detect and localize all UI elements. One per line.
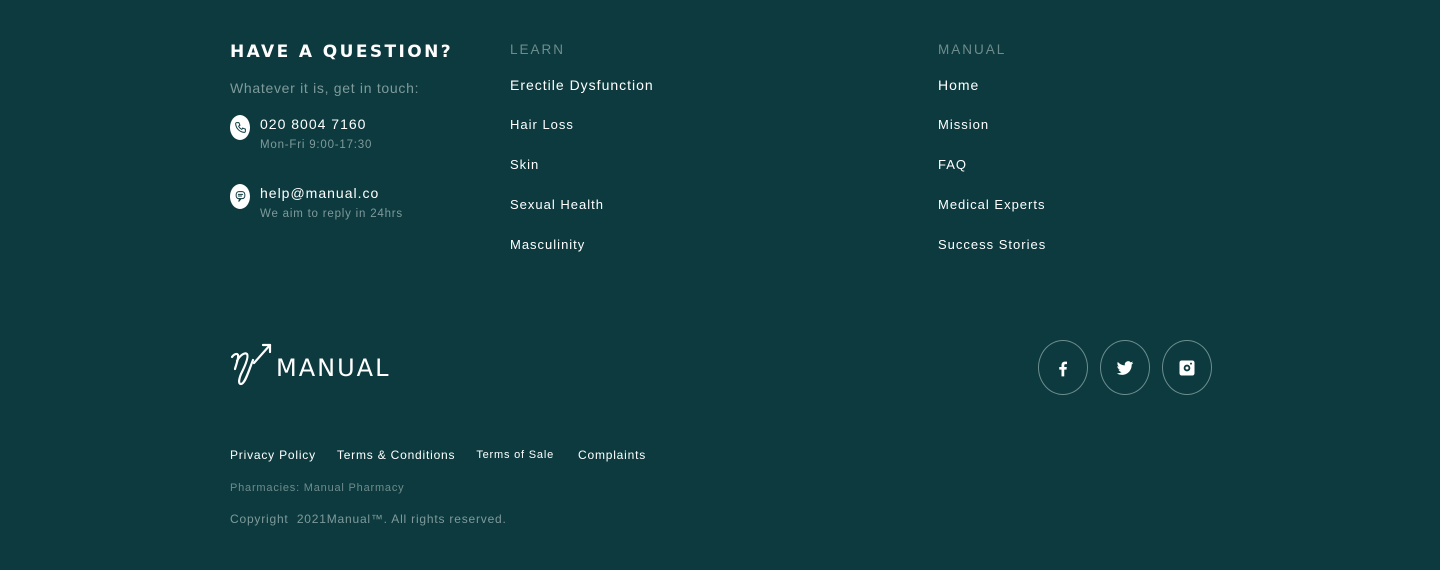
facebook-button[interactable] [1038,340,1088,395]
twitter-button[interactable] [1100,340,1150,395]
instagram-icon [1179,360,1195,375]
complaints-link[interactable]: Complaints [578,446,646,464]
manual-column: MANUAL Home Mission FAQ Medical Experts … [938,40,1046,275]
phone-icon [230,115,250,140]
facebook-icon [1059,361,1067,376]
terms-conditions-link[interactable]: Terms & Conditions [337,446,455,464]
instagram-button[interactable] [1162,340,1212,395]
manual-logo-mark [230,343,272,386]
phone-number[interactable]: 020 8004 7160 [260,115,490,133]
email-reply-note: We aim to reply in 24hrs [260,208,403,220]
privacy-policy-link[interactable]: Privacy Policy [230,446,316,464]
learn-link-masculinity[interactable]: Masculinity [510,235,654,275]
site-footer: HAVE A QUESTION? Whatever it is, get in … [0,0,1440,570]
terms-of-sale-link[interactable]: Terms of Sale [476,446,554,464]
learn-link-sexual-health[interactable]: Sexual Health [510,195,654,235]
contact-section: HAVE A QUESTION? Whatever it is, get in … [230,40,490,226]
learn-link-hair-loss[interactable]: Hair Loss [510,115,654,155]
learn-column: LEARN Erectile Dysfunction Hair Loss Ski… [510,40,654,275]
pharmacies-text: Pharmacies: Manual Pharmacy [230,482,405,494]
learn-title: LEARN [510,42,566,57]
manual-link-mission[interactable]: Mission [938,115,1046,155]
manual-link-success-stories[interactable]: Success Stories [938,235,1046,275]
social-links [1038,340,1212,395]
learn-link-erectile-dysfunction[interactable]: Erectile Dysfunction [510,75,654,115]
learn-link-skin[interactable]: Skin [510,155,654,195]
legal-links: Privacy Policy Terms & Conditions Terms … [230,446,646,464]
manual-link-faq[interactable]: FAQ [938,155,1046,195]
learn-links: Erectile Dysfunction Hair Loss Skin Sexu… [510,75,654,275]
manual-links: Home Mission FAQ Medical Experts Success… [938,75,1046,275]
chat-icon [230,184,250,209]
contact-phone[interactable]: 020 8004 7160 Mon-Fri 9:00-17:30 [230,115,490,157]
manual-link-medical-experts[interactable]: Medical Experts [938,195,1046,235]
manual-title: MANUAL [938,42,1007,57]
copyright-text: Copyright 2021Manual™. All rights reserv… [230,512,507,526]
email-address[interactable]: help@manual.co [260,184,490,202]
contact-subtitle: Whatever it is, get in touch: [230,80,420,96]
phone-hours: Mon-Fri 9:00-17:30 [260,139,373,151]
contact-email[interactable]: help@manual.co We aim to reply in 24hrs [230,184,490,226]
manual-link-home[interactable]: Home [938,75,1046,115]
logo-text: MANUAL [276,354,391,382]
twitter-icon [1116,360,1134,375]
manual-logo[interactable]: MANUAL [230,342,390,392]
contact-title: HAVE A QUESTION? [230,42,453,62]
